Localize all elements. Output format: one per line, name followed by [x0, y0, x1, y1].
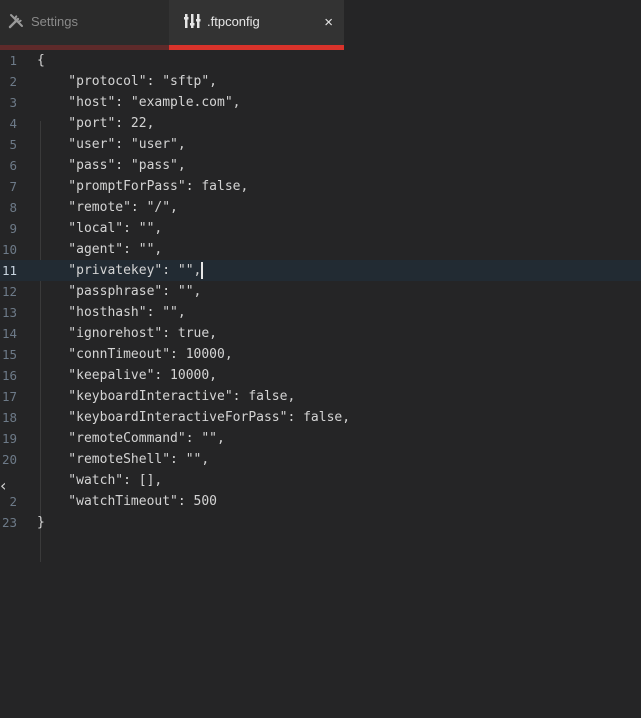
code-text: "pass": "pass",: [37, 158, 186, 173]
code-text: "ignorehost": true,: [37, 326, 218, 341]
code-text: "keyboardInteractiveForPass": false,: [37, 410, 351, 425]
code-text: "remote": "/",: [37, 200, 178, 215]
line-number: 11: [1, 263, 17, 278]
code-line[interactable]: 2 "watchTimeout": 500: [0, 491, 641, 512]
code-line[interactable]: 17 "keyboardInteractive": false,: [0, 386, 641, 407]
code-line[interactable]: 4 "port": 22,: [0, 113, 641, 134]
code-text: "passphrase": "",: [37, 284, 202, 299]
code-line[interactable]: 14 "ignorehost": true,: [0, 323, 641, 344]
line-number: 17: [1, 389, 17, 404]
code-text: "watchTimeout": 500: [37, 494, 218, 509]
code-text: "keepalive": 10000,: [37, 368, 218, 383]
code-text: "host": "example.com",: [37, 95, 241, 110]
line-number: 4: [9, 116, 17, 131]
line-number: 1: [9, 53, 17, 68]
line-number: 3: [9, 95, 17, 110]
code-text: "remoteCommand": "",: [37, 431, 225, 446]
line-number: 16: [1, 368, 17, 383]
code-line[interactable]: 19 "remoteCommand": "",: [0, 428, 641, 449]
line-number: 8: [9, 200, 17, 215]
code-line[interactable]: 12 "passphrase": "",: [0, 281, 641, 302]
code-line[interactable]: 9 "local": "",: [0, 218, 641, 239]
line-number: 14: [1, 326, 17, 341]
code-text: "user": "user",: [37, 137, 186, 152]
text-cursor: [201, 262, 203, 279]
tab-ftpconfig[interactable]: .ftpconfig ×: [169, 0, 344, 50]
code-text: {: [37, 53, 45, 68]
code-line[interactable]: 2 "protocol": "sftp",: [0, 71, 641, 92]
code-text: "agent": "",: [37, 242, 163, 257]
line-number: 7: [9, 179, 17, 194]
tab-settings-label: Settings: [31, 13, 78, 29]
line-number: 15: [1, 347, 17, 362]
code-line[interactable]: 8 "remote": "/",: [0, 197, 641, 218]
line-number: 13: [1, 305, 17, 320]
line-number: 9: [9, 221, 17, 236]
tab-bar: Settings .ftpconfig ×: [0, 0, 641, 50]
line-number: 12: [1, 284, 17, 299]
code-text: }: [37, 515, 45, 530]
sliders-icon: [184, 14, 201, 28]
line-number: 23: [1, 515, 17, 530]
code-text: "remoteShell": "",: [37, 452, 210, 467]
tools-icon: [8, 14, 23, 29]
code-text: "connTimeout": 10000,: [37, 347, 233, 362]
code-line[interactable]: 18 "keyboardInteractiveForPass": false,: [0, 407, 641, 428]
code-text: "keyboardInteractive": false,: [37, 389, 296, 404]
line-number: 5: [9, 137, 17, 152]
code-line[interactable]: 5 "user": "user",: [0, 134, 641, 155]
code-line[interactable]: 20 "remoteShell": "",: [0, 449, 641, 470]
code-text: "hosthash": "",: [37, 305, 186, 320]
line-number: 2: [9, 74, 17, 89]
code-line[interactable]: "watch": [],: [0, 470, 641, 491]
code-line[interactable]: 10 "agent": "",: [0, 239, 641, 260]
tab-ftpconfig-label: .ftpconfig: [207, 13, 260, 29]
code-text: "watch": [],: [37, 473, 163, 488]
tab-settings[interactable]: Settings: [0, 0, 169, 50]
code-text: "port": 22,: [37, 116, 155, 131]
code-line[interactable]: 13 "hosthash": "",: [0, 302, 641, 323]
code-line[interactable]: 6 "pass": "pass",: [0, 155, 641, 176]
line-number: 18: [1, 410, 17, 425]
line-number: 19: [1, 431, 17, 446]
code-line[interactable]: 1{: [0, 50, 641, 71]
line-number: 6: [9, 158, 17, 173]
chevron-left-icon[interactable]: ‹: [0, 476, 6, 495]
code-text: "local": "",: [37, 221, 163, 236]
code-text: "protocol": "sftp",: [37, 74, 218, 89]
code-line[interactable]: 7 "promptForPass": false,: [0, 176, 641, 197]
code-text: "promptForPass": false,: [37, 179, 249, 194]
code-editor[interactable]: 1{2 "protocol": "sftp", 3 "host": "exampl…: [0, 50, 641, 718]
code-line[interactable]: 15 "connTimeout": 10000,: [0, 344, 641, 365]
code-line[interactable]: 16 "keepalive": 10000,: [0, 365, 641, 386]
code-line[interactable]: 3 "host": "example.com",: [0, 92, 641, 113]
close-icon[interactable]: ×: [324, 14, 333, 31]
code-line[interactable]: 11 "privatekey": "",: [0, 260, 641, 281]
line-number: 20: [1, 452, 17, 467]
code-text: "privatekey": "",: [37, 262, 203, 279]
line-number: 10: [1, 242, 17, 257]
code-line[interactable]: 23}: [0, 512, 641, 533]
